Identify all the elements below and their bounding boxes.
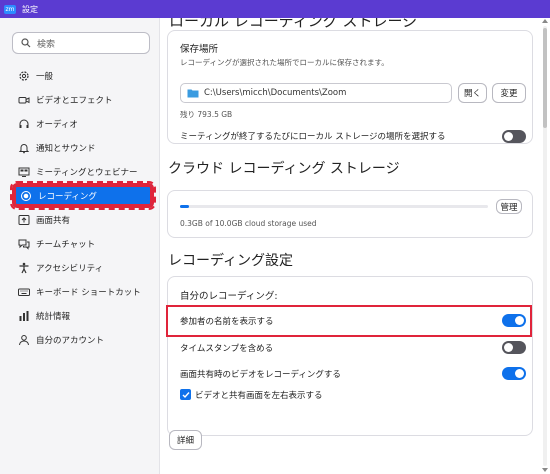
cloud-storage-fill	[180, 205, 190, 208]
sidebar-item-audio[interactable]: オーディオ	[12, 112, 154, 136]
sidebar-item-screen-share[interactable]: 画面共有	[12, 208, 154, 232]
window-title: 設定	[22, 4, 38, 14]
remaining-space: 残り 793.5 GB	[180, 110, 233, 119]
record-video-during-share-toggle[interactable]	[502, 367, 526, 380]
record-video-during-share-label: 画面共有時のビデオをレコーディングする	[180, 370, 341, 380]
toggle-knob	[504, 343, 513, 352]
change-folder-button[interactable]: 変更	[492, 83, 526, 103]
save-path-value: C:\Users\micch\Documents\Zoom	[204, 88, 347, 98]
sidebar: 検索 一般 ビデオとエフェクト オーディオ 通知とサウンド ミーティングとウェビ…	[0, 18, 160, 474]
sidebar-item-label: 統計情報	[36, 312, 71, 322]
local-storage-card: 保存場所 レコーディングが選択された場所でローカルに保存されます。 C:\Use…	[167, 30, 533, 144]
include-timestamp-label: タイムスタンプを含める	[180, 344, 274, 354]
sidebar-item-statistics[interactable]: 統計情報	[12, 304, 154, 328]
details-button[interactable]: 詳細	[169, 430, 202, 450]
video-camera-icon	[18, 94, 30, 106]
folder-icon	[187, 89, 199, 98]
scroll-up-arrow-icon[interactable]	[542, 19, 548, 23]
check-icon	[182, 391, 190, 398]
search-input[interactable]: 検索	[12, 32, 150, 54]
screen-share-icon	[18, 214, 30, 226]
gear-icon	[18, 70, 30, 82]
sidebar-item-general[interactable]: 一般	[12, 64, 154, 88]
sidebar-item-meetings[interactable]: ミーティングとウェビナー	[12, 160, 154, 184]
sidebar-item-label: ビデオとエフェクト	[36, 96, 113, 106]
record-icon	[20, 190, 32, 202]
my-recording-label: 自分のレコーディング:	[180, 291, 278, 302]
sidebar-item-video[interactable]: ビデオとエフェクト	[12, 88, 154, 112]
statistics-icon	[18, 310, 30, 322]
scrollbar[interactable]	[540, 18, 550, 474]
sidebar-item-label: 一般	[36, 72, 54, 82]
chat-icon	[18, 238, 30, 250]
toggle-knob	[504, 132, 513, 141]
sidebar-item-keyboard[interactable]: キーボード ショートカット	[12, 280, 154, 304]
zoom-app-icon: zm	[4, 4, 16, 14]
include-timestamp-toggle[interactable]	[502, 341, 526, 354]
sidebar-item-recording[interactable]: レコーディング	[10, 181, 156, 210]
account-icon	[18, 334, 30, 346]
sidebar-item-notifications[interactable]: 通知とサウンド	[12, 136, 154, 160]
search-placeholder: 検索	[37, 39, 56, 50]
bell-icon	[18, 142, 30, 154]
cloud-storage-bar	[180, 205, 488, 208]
meeting-icon	[18, 166, 30, 178]
scrollbar-thumb[interactable]	[543, 28, 547, 128]
save-location-title: 保存場所	[180, 44, 219, 55]
sidebar-item-team-chat[interactable]: チームチャット	[12, 232, 154, 256]
manage-button[interactable]: 管理	[496, 199, 522, 214]
sidebar-item-label: 画面共有	[36, 216, 71, 226]
toggle-knob	[515, 369, 524, 378]
sidebar-item-label: レコーディング	[38, 191, 97, 202]
cloud-usage-text: 0.3GB of 10.0GB cloud storage used	[180, 219, 317, 228]
recording-settings-card: 自分のレコーディング: 参加者の名前を表示する タイムスタンプを含める 画面共有…	[167, 276, 533, 436]
side-by-side-label: ビデオと共有画面を左右表示する	[195, 391, 323, 401]
sidebar-item-label: オーディオ	[36, 120, 78, 130]
title-bar: zm 設定	[0, 0, 550, 18]
sidebar-item-account[interactable]: 自分のアカウント	[12, 328, 154, 352]
save-location-description: レコーディングが選択された場所でローカルに保存されます。	[180, 58, 389, 67]
cloud-storage-heading: クラウド レコーディング ストレージ	[168, 161, 400, 177]
cloud-storage-card: 管理 0.3GB of 10.0GB cloud storage used	[167, 190, 533, 238]
keyboard-icon	[18, 286, 30, 298]
choose-location-label: ミーティングが終了するたびにローカル ストレージの場所を選択する	[180, 132, 446, 142]
sidebar-item-accessibility[interactable]: アクセシビリティ	[12, 256, 154, 280]
highlight-box	[166, 305, 532, 337]
choose-location-toggle[interactable]	[502, 130, 526, 143]
sidebar-item-label: キーボード ショートカット	[36, 288, 141, 298]
settings-content: ローカル レコーディング ストレージ 保存場所 レコーディングが選択された場所で…	[161, 18, 540, 474]
headphones-icon	[18, 118, 30, 130]
sidebar-item-label: 自分のアカウント	[36, 336, 105, 346]
save-path-field[interactable]: C:\Users\micch\Documents\Zoom	[180, 83, 452, 103]
sidebar-item-label: アクセシビリティ	[36, 264, 104, 274]
side-by-side-checkbox[interactable]	[180, 389, 191, 400]
search-icon	[21, 38, 31, 48]
sidebar-item-label: ミーティングとウェビナー	[36, 168, 138, 178]
accessibility-icon	[18, 262, 30, 274]
sidebar-item-label: 通知とサウンド	[36, 144, 96, 154]
scroll-down-arrow-icon[interactable]	[542, 468, 548, 472]
open-folder-button[interactable]: 開く	[458, 83, 487, 103]
sidebar-item-label: チームチャット	[36, 240, 96, 250]
recording-settings-heading: レコーディング設定	[168, 253, 294, 269]
